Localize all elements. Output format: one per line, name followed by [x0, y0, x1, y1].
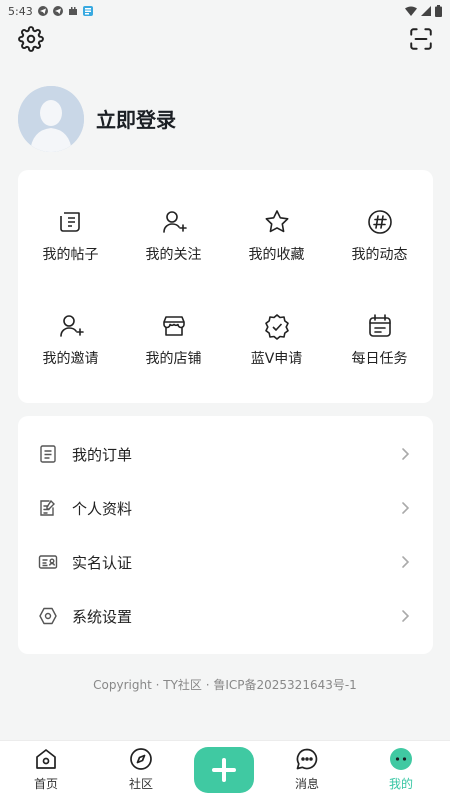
menu-list-card: 我的订单 个人资料 实名认证 系统设置 — [18, 416, 433, 654]
star-icon — [265, 210, 288, 233]
tab-mine-label: 我的 — [388, 777, 413, 791]
post-icon — [59, 212, 80, 232]
grid-item-my-activity[interactable]: 我的动态 — [328, 208, 431, 278]
tab-messages[interactable]: 消息 — [277, 747, 337, 797]
tab-home-label: 首页 — [33, 777, 58, 791]
compass-icon — [130, 748, 152, 770]
gear-icon — [18, 26, 44, 52]
verified-badge-icon — [264, 314, 289, 340]
order-icon — [40, 445, 56, 463]
menu-label: 我的订单 — [72, 445, 133, 464]
telegram-icon — [37, 6, 48, 16]
grid-item-daily-tasks[interactable]: 每日任务 — [328, 312, 431, 382]
create-post-button[interactable] — [194, 747, 254, 793]
shortcut-grid-card: 我的帖子 我的关注 我的收藏 我的动态 我的邀请 我的店铺 蓝V申请 每日任务 — [18, 170, 433, 403]
menu-item-profile[interactable]: 个人资料 — [18, 481, 433, 535]
scan-button[interactable] — [408, 26, 434, 52]
avatar[interactable] — [18, 86, 84, 152]
chevron-right-icon — [402, 610, 410, 622]
hexagon-settings-icon — [39, 607, 57, 625]
grid-label: 我的关注 — [145, 247, 202, 263]
grid-label: 蓝V申请 — [250, 351, 303, 367]
message-icon — [296, 748, 318, 770]
status-left: 5:43 — [8, 5, 93, 18]
grid-label: 我的邀请 — [42, 351, 99, 367]
tab-messages-label: 消息 — [294, 777, 319, 791]
tab-mine[interactable]: 我的 — [371, 747, 431, 797]
tab-home[interactable]: 首页 — [16, 747, 76, 797]
grid-item-blue-v-apply[interactable]: 蓝V申请 — [225, 312, 328, 382]
invite-icon — [59, 315, 84, 337]
follow-icon — [162, 211, 187, 233]
app-icon — [82, 6, 93, 16]
grid-item-my-shop[interactable]: 我的店铺 — [122, 312, 225, 382]
shortcut-grid: 我的帖子 我的关注 我的收藏 我的动态 我的邀请 我的店铺 蓝V申请 每日任务 — [18, 170, 433, 403]
menu-label: 个人资料 — [72, 499, 133, 518]
plus-icon — [212, 758, 236, 782]
copyright-text: Copyright · TY社区 · 鲁ICP备2025321643号-1 — [93, 678, 357, 692]
grid-label: 每日任务 — [351, 351, 408, 367]
hashtag-icon — [367, 210, 392, 234]
game-icon — [68, 6, 78, 16]
default-avatar-icon — [18, 86, 84, 152]
grid-label: 我的店铺 — [145, 351, 202, 367]
calendar-icon — [368, 314, 391, 337]
status-right — [405, 5, 442, 17]
tab-community[interactable]: 社区 — [111, 747, 171, 797]
grid-label: 我的收藏 — [248, 247, 305, 263]
shop-icon — [162, 316, 185, 336]
edit-profile-icon — [40, 499, 55, 516]
status-bar: 5:43 — [0, 0, 450, 22]
grid-item-my-posts[interactable]: 我的帖子 — [19, 208, 122, 278]
chevron-right-icon — [402, 448, 410, 460]
settings-button[interactable] — [18, 26, 44, 52]
scan-icon — [410, 28, 432, 50]
chevron-right-icon — [402, 556, 410, 568]
telegram-icon — [52, 6, 63, 16]
battery-icon — [435, 5, 442, 17]
status-time: 5:43 — [8, 4, 33, 18]
login-button[interactable]: 立即登录 — [96, 104, 176, 133]
menu-item-system-settings[interactable]: 系统设置 — [18, 589, 433, 643]
grid-label: 我的帖子 — [42, 247, 99, 263]
home-icon — [36, 749, 56, 769]
wifi-icon — [405, 6, 417, 16]
grid-label: 我的动态 — [351, 247, 408, 263]
signal-icon — [421, 6, 431, 16]
grid-item-my-follows[interactable]: 我的关注 — [122, 208, 225, 278]
tab-community-label: 社区 — [128, 777, 153, 791]
menu-item-my-orders[interactable]: 我的订单 — [18, 427, 433, 481]
grid-item-my-favorites[interactable]: 我的收藏 — [225, 208, 328, 278]
mine-face-icon — [390, 748, 412, 770]
id-card-icon — [38, 555, 58, 569]
chevron-right-icon — [402, 502, 410, 514]
menu-item-real-name-auth[interactable]: 实名认证 — [18, 535, 433, 589]
menu-label: 系统设置 — [72, 607, 133, 626]
grid-item-my-invites[interactable]: 我的邀请 — [19, 312, 122, 382]
menu-label: 实名认证 — [72, 553, 133, 572]
